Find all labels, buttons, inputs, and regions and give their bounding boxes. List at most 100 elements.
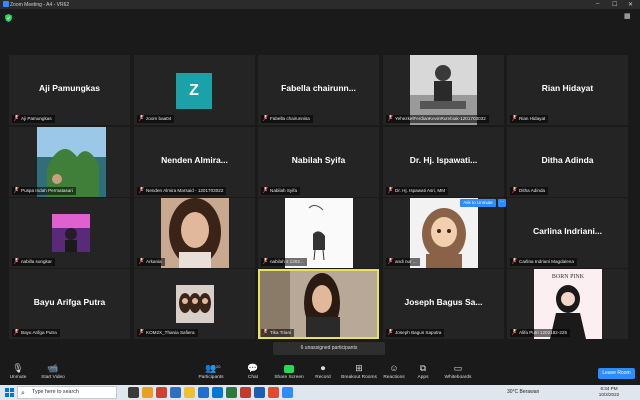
security-shield-icon[interactable]: [5, 14, 12, 22]
participant-label-text: Arkania: [146, 259, 162, 264]
taskbar-clock[interactable]: 6:34 PM 10/3/2022: [594, 386, 624, 398]
mic-muted-icon: [512, 187, 517, 193]
windows-start-icon[interactable]: [5, 388, 14, 397]
participants-button[interactable]: 👥 20 Participants: [194, 362, 228, 384]
participant-tile[interactable]: Bayu Arifga Putra Bayu Arifga Putra: [9, 269, 130, 339]
participant-video: [410, 198, 478, 268]
app-icon[interactable]: [142, 387, 153, 398]
participant-label: Rian Hidayat: [510, 115, 549, 123]
file-explorer-icon[interactable]: [184, 387, 195, 398]
unmute-button[interactable]: 🎙 Unmute: [1, 362, 35, 384]
more-options-button[interactable]: ···: [498, 199, 506, 207]
participant-label: zoom baa04: [137, 115, 175, 123]
mic-muted-icon: 🎙: [12, 363, 24, 373]
mic-muted-icon: [139, 115, 144, 121]
participant-tile[interactable]: Aji Pamungkas Aji Pamungkas: [9, 55, 130, 125]
participant-tile[interactable]: nabilah s 1202...: [258, 198, 379, 268]
word-icon[interactable]: [254, 387, 265, 398]
leave-room-button[interactable]: Leave Room: [598, 368, 635, 379]
app-icon[interactable]: [226, 387, 237, 398]
share-screen-button[interactable]: Share Screen: [272, 362, 306, 384]
weather-status[interactable]: 30°C Berawan: [507, 386, 539, 399]
participant-tile[interactable]: Z zoom baa04: [134, 55, 255, 125]
participant-label-text: Nabilah Syifa: [270, 188, 298, 193]
participant-label-text: nabilla sungkar: [21, 259, 52, 264]
view-grid-icon[interactable]: ▦: [624, 13, 634, 21]
participant-tile[interactable]: Fabella chairunn... Fabella chairunnisa: [258, 55, 379, 125]
participant-label: Alifa Putri 1202182-225: [510, 329, 571, 337]
participant-name: Nabilah Syifa: [291, 155, 346, 165]
participant-label: KOM2X_Thania Safiera: [137, 329, 198, 337]
participants-icon: 👥: [205, 363, 217, 373]
apps-icon: ⧉: [419, 363, 427, 373]
app-icon[interactable]: [240, 387, 251, 398]
participant-tile[interactable]: YehezkelFerdianKevinRumbiak-1201703032: [383, 55, 504, 125]
participant-name: Fabella chairunn...: [281, 83, 356, 93]
participant-video: [260, 271, 377, 337]
share-screen-label: Share Screen: [274, 375, 304, 380]
participant-tile[interactable]: nabilla sungkar: [9, 198, 130, 268]
participant-tile[interactable]: Nabilah Syifa Nabilah Syifa: [258, 127, 379, 197]
whiteboards-label: Whiteboards: [444, 375, 472, 380]
windows-taskbar: ⌕ Type here to search 30°C Berawan 6:34 …: [0, 385, 640, 400]
mic-muted-icon: [139, 329, 144, 335]
unmute-label: Unmute: [9, 375, 27, 380]
chrome-icon[interactable]: [268, 387, 279, 398]
start-video-button[interactable]: 📹 Start Video: [36, 362, 70, 384]
participant-label: Puspa Indah Permatasari: [12, 187, 76, 195]
chat-button[interactable]: 💬 Chat: [236, 362, 270, 384]
mic-muted-icon: [388, 258, 393, 264]
participant-name: Dr. Hj. Ispawati...: [409, 155, 478, 165]
participant-label-text: KOM2X_Thania Safiera: [146, 330, 195, 335]
apps-label: Apps: [417, 375, 429, 380]
participant-tile[interactable]: Dr. Hj. Ispawati... Dr. Hj. Ispawati Asr…: [383, 127, 504, 197]
app-icon[interactable]: [212, 387, 223, 398]
participant-label: YehezkelFerdianKevinRumbiak-1201703032: [386, 115, 489, 123]
ask-to-unmute-button[interactable]: Ask to Unmute: [460, 199, 496, 207]
participant-tile[interactable]: Rian Hidayat Rian Hidayat: [507, 55, 628, 125]
app-icon[interactable]: [170, 387, 181, 398]
participant-label: Ditha Adinda: [510, 187, 549, 195]
start-video-label: Start Video: [41, 375, 65, 380]
participant-tile[interactable]: Arkania: [134, 198, 255, 268]
participant-label-text: Aji Pamungkas: [21, 116, 52, 121]
mic-muted-icon: [388, 187, 393, 193]
mic-muted-icon: [14, 258, 19, 264]
mic-muted-icon: [139, 187, 144, 193]
clock-date: 10/3/2022: [598, 392, 620, 397]
record-icon: ⏺: [320, 363, 326, 373]
task-view-icon[interactable]: [128, 387, 139, 398]
participant-name: Bayu Arifga Putra: [33, 297, 106, 307]
participant-label-text: Rian Hidayat: [519, 116, 546, 121]
apps-button[interactable]: ⧉ Apps: [406, 362, 440, 384]
participant-tile[interactable]: andi nur ...: [383, 198, 504, 268]
participant-tile[interactable]: KOM2X_Thania Safiera: [134, 269, 255, 339]
participant-tile[interactable]: Carlina Indriani... Carlina Indriani Mag…: [507, 198, 628, 268]
breakout-rooms-button[interactable]: ⊞ Breakout Rooms: [340, 362, 378, 384]
participant-label: andi nur ...: [386, 258, 420, 266]
mic-muted-icon: [512, 329, 517, 335]
participant-tile[interactable]: Nenden Almira... Nenden Almira Marsaid -…: [134, 127, 255, 197]
participant-tile[interactable]: Joseph Bagus Sa... Joseph Bagus Saputra: [383, 269, 504, 339]
app-icon[interactable]: [156, 387, 167, 398]
chat-icon: 💬: [247, 363, 259, 373]
edge-icon[interactable]: [198, 387, 209, 398]
participant-tile[interactable]: Ditha Adinda Ditha Adinda: [507, 127, 628, 197]
participant-label-text: Nenden Almira Marsaid - 1201703022: [146, 188, 224, 193]
participant-label-text: Tika Triani: [270, 330, 292, 335]
whiteboards-button[interactable]: ▭ Whiteboards: [440, 362, 476, 384]
zoom-icon[interactable]: [282, 387, 293, 398]
minimize-button[interactable]: –: [596, 1, 599, 7]
participant-tile-active-speaker[interactable]: Tika Triani: [258, 269, 379, 339]
record-button[interactable]: ⏺ Record: [306, 362, 340, 384]
unassigned-participants-banner[interactable]: 6 unassigned participants: [273, 342, 385, 355]
close-button[interactable]: ✕: [628, 1, 633, 8]
maximize-button[interactable]: ☐: [612, 1, 617, 8]
participant-tile[interactable]: Puspa Indah Permatasari: [9, 127, 130, 197]
participant-tile[interactable]: BORN PINK Alifa Putri 1202182-225: [507, 269, 628, 339]
mic-muted-icon: [14, 329, 19, 335]
taskbar-search-input[interactable]: ⌕ Type here to search: [17, 386, 117, 399]
breakout-rooms-icon: ⊞: [355, 363, 363, 373]
participants-label: Participants: [198, 375, 224, 380]
logo-text: BORN PINK: [552, 274, 585, 280]
